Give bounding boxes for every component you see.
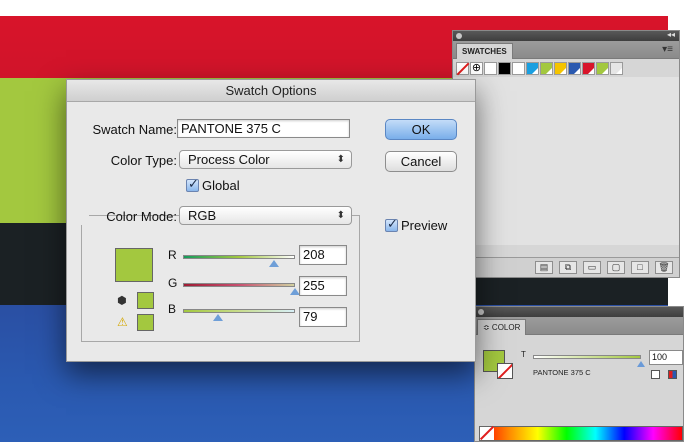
close-icon[interactable] xyxy=(456,33,462,39)
swatch-item[interactable] xyxy=(582,62,595,75)
global-label: Global xyxy=(202,178,240,193)
color-panel-body: T 100 PANTONE 375 C xyxy=(475,336,683,426)
color-type-select[interactable]: Process Color ⬍ xyxy=(179,150,352,169)
color-type-label: Color Type: xyxy=(110,153,177,168)
channel-g-label: G xyxy=(168,276,178,290)
new-color-group-icon[interactable]: ▢ xyxy=(607,261,625,274)
swatch-list: ⊕ xyxy=(456,62,624,76)
panel-menu-icon[interactable]: ▾≡ xyxy=(662,44,673,55)
swatch-kind-icon[interactable]: ⧉ xyxy=(559,261,577,274)
tab-color[interactable]: ≎ COLOR xyxy=(477,319,527,335)
spectrum-swatch-icon[interactable] xyxy=(668,370,677,379)
white-swatch-icon[interactable] xyxy=(651,370,660,379)
tint-slider[interactable] xyxy=(533,355,641,359)
channel-b-label: B xyxy=(168,302,177,316)
swatches-footer: ▤ ⧉ ▭ ▢ □ 🗑 xyxy=(453,257,679,277)
cube-icon: ⬢ xyxy=(117,294,127,307)
gamut-swatch[interactable] xyxy=(137,314,154,331)
illustrator-workspace: ◂◂ SWATCHES ▾≡ ⊕ ▤ ⧉ ▭ ▢ □ 🗑 ≎ COLOR T 100 PA… xyxy=(0,0,684,442)
swatch-options-dialog: Swatch Options Swatch Name: PANTONE 375 … xyxy=(66,79,476,362)
web-safe-swatch[interactable] xyxy=(137,292,154,309)
green-value-input[interactable]: 255 xyxy=(299,276,347,296)
color-mode-value: RGB xyxy=(188,208,217,223)
swatch-item[interactable] xyxy=(554,62,567,75)
swatch-item[interactable] xyxy=(596,62,609,75)
preview-checkbox[interactable] xyxy=(385,217,398,232)
color-type-value: Process Color xyxy=(188,152,270,167)
color-spectrum-bar[interactable] xyxy=(479,426,683,441)
select-arrows-icon: ⬍ xyxy=(336,154,345,165)
swatch-item[interactable] xyxy=(498,62,511,75)
delete-swatch-icon[interactable]: 🗑 xyxy=(655,261,673,274)
stroke-color-box[interactable] xyxy=(497,363,513,379)
color-panel-icons xyxy=(651,370,677,379)
tint-value-input[interactable]: 100 xyxy=(649,350,683,365)
registration-swatch[interactable]: ⊕ xyxy=(470,62,483,75)
channel-r-label: R xyxy=(168,248,177,262)
color-mode-label: Color Mode: xyxy=(106,209,177,224)
swatch-item[interactable] xyxy=(540,62,553,75)
swatch-name-input[interactable]: PANTONE 375 C xyxy=(177,119,350,138)
swatch-name-label: Swatch Name: xyxy=(92,122,177,137)
swatch-item[interactable] xyxy=(484,62,497,75)
swatches-tab-row: SWATCHES ▾≡ xyxy=(453,41,679,59)
close-icon[interactable] xyxy=(478,309,484,315)
tab-swatches[interactable]: SWATCHES xyxy=(456,43,513,59)
warning-icon: ⚠ xyxy=(117,315,128,329)
collapse-icon[interactable]: ◂◂ xyxy=(667,30,675,39)
blue-slider[interactable] xyxy=(183,309,295,313)
none-swatch[interactable] xyxy=(456,62,469,75)
swatches-panel-titlebar[interactable]: ◂◂ xyxy=(453,30,679,41)
red-value-input[interactable]: 208 xyxy=(299,245,347,265)
swatch-item[interactable] xyxy=(526,62,539,75)
color-panel: ≎ COLOR T 100 PANTONE 375 C xyxy=(474,306,684,442)
swatches-panel: ◂◂ SWATCHES ▾≡ ⊕ ▤ ⧉ ▭ ▢ □ 🗑 xyxy=(452,30,680,278)
color-tab-row: ≎ COLOR xyxy=(475,317,683,335)
color-panel-titlebar[interactable] xyxy=(475,307,683,317)
ok-button[interactable]: OK xyxy=(385,119,457,140)
swatch-grid-area xyxy=(453,77,679,245)
swatch-item[interactable] xyxy=(568,62,581,75)
dialog-title: Swatch Options xyxy=(67,80,475,102)
red-slider-thumb[interactable] xyxy=(269,260,280,267)
tint-label: T xyxy=(521,350,526,359)
blue-value-input[interactable]: 79 xyxy=(299,307,347,327)
swatch-item[interactable] xyxy=(512,62,525,75)
none-color-icon[interactable] xyxy=(480,427,494,440)
swatch-item[interactable] xyxy=(610,62,623,75)
new-swatch-icon[interactable]: □ xyxy=(631,261,649,274)
tint-slider-thumb[interactable] xyxy=(637,361,645,367)
red-slider[interactable] xyxy=(183,255,295,259)
green-slider[interactable] xyxy=(183,283,295,287)
blue-slider-thumb[interactable] xyxy=(212,314,223,321)
cancel-button[interactable]: Cancel xyxy=(385,151,457,172)
swatch-options-icon[interactable]: ▭ xyxy=(583,261,601,274)
color-mode-select[interactable]: RGB ⬍ xyxy=(179,206,352,225)
preview-label: Preview xyxy=(401,218,448,233)
select-arrows-icon: ⬍ xyxy=(336,210,345,221)
global-checkbox[interactable] xyxy=(186,177,199,192)
color-preview-swatch xyxy=(115,248,153,282)
color-swatch-name: PANTONE 375 C xyxy=(533,368,591,377)
swatch-library-icon[interactable]: ▤ xyxy=(535,261,553,274)
